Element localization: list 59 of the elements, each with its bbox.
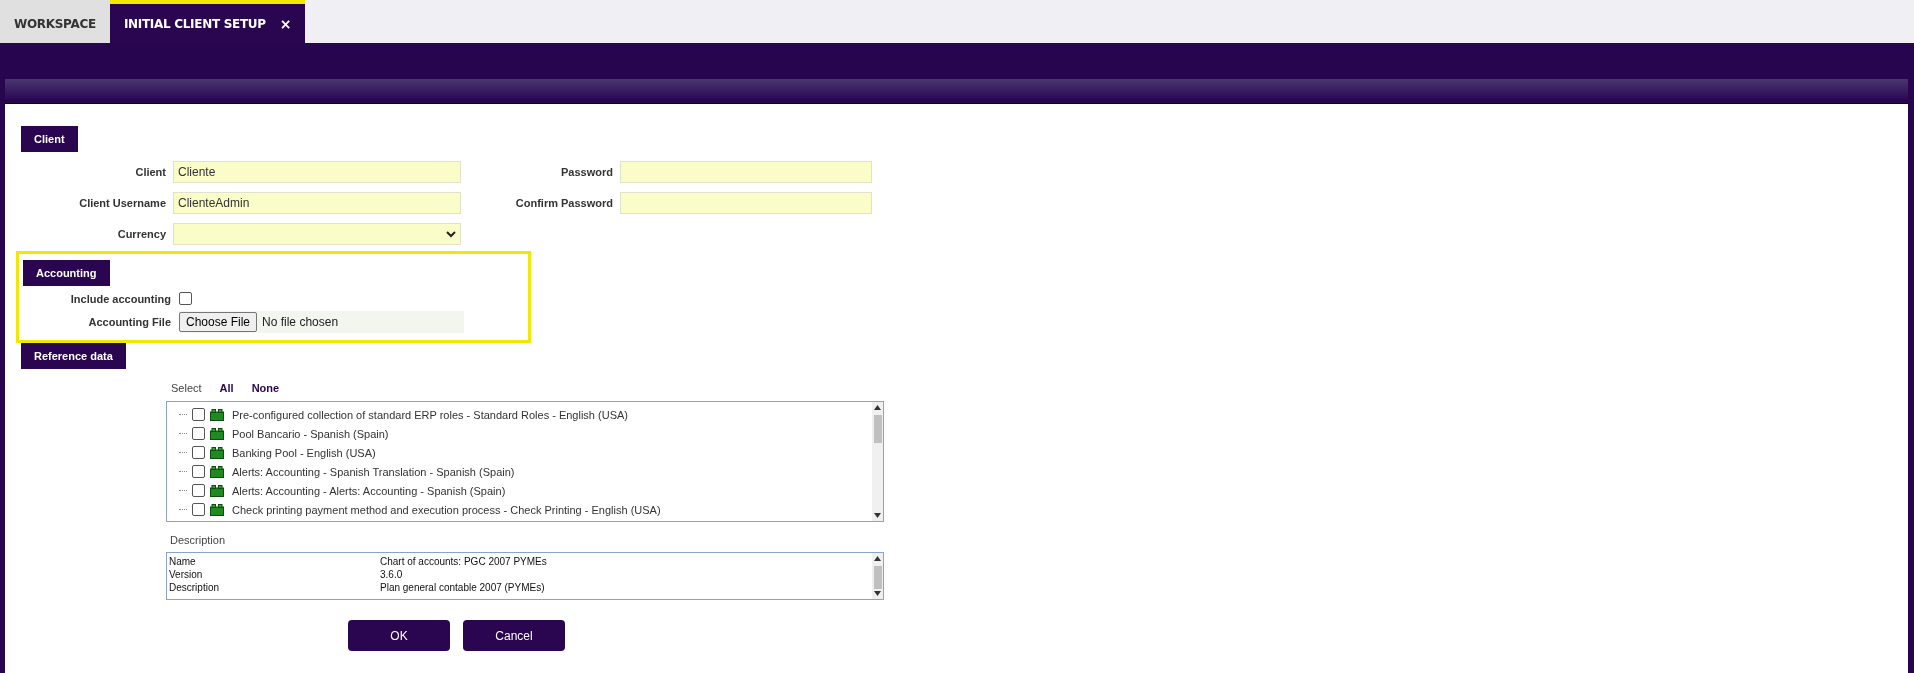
- checkbox[interactable]: [179, 292, 192, 305]
- package-icon: [210, 503, 224, 516]
- scroll-thumb[interactable]: [873, 415, 882, 443]
- dialog-button[interactable]: Cancel: [463, 620, 565, 651]
- file-status: No file chosen: [262, 315, 339, 329]
- input-field[interactable]: ClienteAdmin: [173, 192, 461, 214]
- checkbox[interactable]: [192, 484, 205, 497]
- scroll-thumb[interactable]: [873, 566, 882, 589]
- field-label: Accounting File: [87, 316, 171, 328]
- tab[interactable]: INITIAL CLIENT SETUP ×: [109, 0, 306, 43]
- scrollbar[interactable]: [872, 402, 883, 521]
- checkbox[interactable]: [192, 427, 205, 440]
- input-field[interactable]: Cliente: [173, 161, 461, 183]
- package-icon: [210, 465, 224, 478]
- tab[interactable]: WORKSPACE: [0, 0, 110, 43]
- scroll-down-icon[interactable]: [874, 591, 881, 596]
- field-label: Include accounting: [69, 292, 171, 305]
- field-label: Currency: [116, 228, 166, 240]
- section-header: Client: [21, 126, 78, 152]
- table-cell: Plan general contable 2007 (PYMEs): [380, 582, 545, 593]
- section-header: Accounting: [23, 260, 110, 286]
- scroll-up-icon[interactable]: [874, 556, 881, 561]
- table-cell-text: Name: [169, 556, 197, 567]
- tree-item[interactable]: Pool Bancario - Spanish (Spain): [232, 427, 389, 440]
- checkbox[interactable]: [192, 465, 205, 478]
- tree-item[interactable]: Banking Pool - English (USA): [232, 446, 376, 459]
- description-label: Description: [170, 534, 227, 546]
- field-label: Password: [560, 166, 613, 178]
- table-cell: Chart of accounts: PGC 2007 PYMEs: [380, 556, 547, 567]
- package-icon: [210, 408, 224, 421]
- section-header: Reference data: [21, 343, 126, 369]
- checkbox[interactable]: [192, 446, 205, 459]
- tree-item[interactable]: Alerts: Accounting - Spanish Translation - Spanish (Spain): [232, 465, 515, 478]
- table-cell: 3.6.0: [380, 569, 403, 580]
- input-field[interactable]: [620, 161, 872, 183]
- package-icon: [210, 427, 224, 440]
- select-none-link[interactable]: None: [251, 382, 280, 394]
- tree-item[interactable]: Check printing payment method and execution process - Check Printing - English (USA): [232, 503, 661, 516]
- table-cell-text: Description: [169, 582, 221, 593]
- field-label: Confirm Password: [514, 197, 613, 209]
- scroll-down-icon[interactable]: [874, 513, 881, 518]
- chevron-down-icon: [446, 230, 456, 238]
- dialog-button[interactable]: OK: [348, 620, 450, 651]
- checkbox[interactable]: [192, 408, 205, 421]
- choose-file-button[interactable]: Choose File: [179, 312, 258, 332]
- tree-item[interactable]: Alerts: Accounting - Alerts: Accounting - Spanish (Spain): [232, 484, 506, 497]
- select-all-link[interactable]: All: [219, 382, 234, 394]
- select-label: Select: [171, 382, 202, 394]
- package-icon: [210, 446, 224, 459]
- checkbox[interactable]: [192, 503, 205, 516]
- input-field[interactable]: [620, 192, 872, 214]
- close-icon[interactable]: ×: [279, 15, 292, 32]
- scrollbar[interactable]: [872, 553, 883, 599]
- table-cell-text: Version: [169, 569, 204, 580]
- package-icon: [210, 484, 224, 497]
- tree-item[interactable]: Pre-configured collection of standard ERP roles - Standard Roles - English (USA): [232, 408, 628, 421]
- field-label: Client Username: [78, 197, 166, 209]
- scroll-up-icon[interactable]: [874, 405, 881, 410]
- field-label: Client: [134, 166, 166, 178]
